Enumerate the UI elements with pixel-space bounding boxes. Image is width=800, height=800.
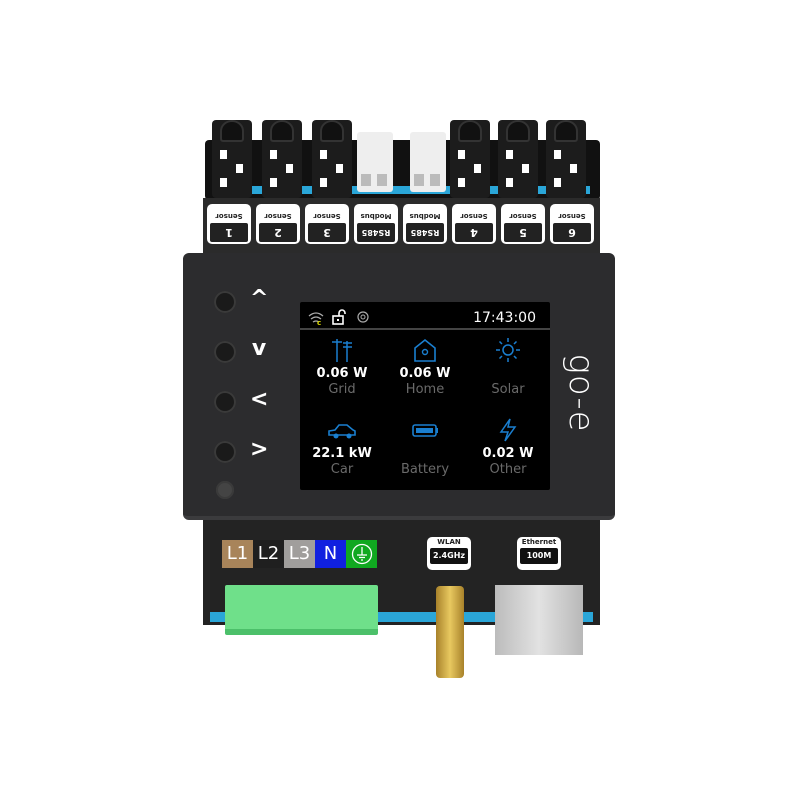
wlan-title: WLAN [437, 538, 461, 546]
sun-icon [496, 338, 520, 362]
port-label: 6 Sensor [550, 204, 594, 244]
port-label: 2 Sensor [256, 204, 300, 244]
port-number: 6 [553, 223, 591, 242]
port-number: 1 [210, 223, 248, 242]
phase-l3: L3 [284, 540, 315, 568]
tile-name: Other [489, 462, 527, 477]
sensor-plug-2[interactable] [262, 120, 302, 198]
divider [300, 328, 550, 330]
phase-l2: L2 [253, 540, 284, 568]
phase-pe [346, 540, 377, 568]
tile-solar[interactable]: Solar [466, 338, 550, 397]
tile-name: Home [405, 382, 445, 397]
left-button[interactable] [214, 391, 236, 413]
tile-value: 0.06 W [316, 366, 368, 381]
tile-value: 0.02 W [482, 446, 534, 461]
port-number: 2 [259, 223, 297, 242]
port-number: RS485 [357, 223, 395, 242]
port-label: 5 Sensor [501, 204, 545, 244]
tile-home[interactable]: 0.06 W Home [383, 338, 467, 397]
lightning-icon [499, 418, 517, 442]
port-type: Sensor [215, 212, 243, 220]
port-label: 1 Sensor [207, 204, 251, 244]
network-icon [357, 311, 369, 323]
chevron-left-icon[interactable]: < [250, 387, 268, 412]
port-label: 4 Sensor [452, 204, 496, 244]
grid-pylon-icon [332, 339, 352, 362]
up-button[interactable] [214, 291, 236, 313]
tile-name: Solar [491, 382, 525, 397]
tile-value [383, 446, 467, 462]
ethernet-badge: Ethernet 100M [517, 537, 561, 570]
clock: 17:43:00 [473, 310, 536, 326]
wlan-badge: WLAN 2.4GHz [427, 537, 471, 570]
port-number: 4 [455, 223, 493, 242]
port-number: RS485 [406, 223, 444, 242]
go-e-logo: go-e [561, 353, 601, 433]
right-button[interactable] [214, 441, 236, 463]
ground-icon [351, 543, 372, 565]
port-number: 3 [308, 223, 346, 242]
port-type: Modbus [409, 212, 441, 220]
ethernet-port[interactable] [495, 585, 583, 655]
antenna-connector[interactable] [436, 586, 464, 678]
home-icon [414, 338, 436, 362]
port-type: Sensor [460, 212, 488, 220]
tile-other[interactable]: 0.02 W Other [466, 418, 550, 477]
wlan-value: 2.4GHz [430, 548, 468, 564]
tile-car[interactable]: 22.1 kW Car [300, 418, 384, 477]
wifi-icon: c [308, 312, 324, 325]
tile-grid[interactable]: 0.06 W Grid [300, 338, 384, 397]
tile-battery[interactable]: Battery [383, 418, 467, 477]
display-screen: c 17:43:00 0.06 W Grid 0.06 W Home Solar… [300, 302, 550, 490]
port-type: Modbus [360, 212, 392, 220]
modbus-plug-2[interactable] [410, 132, 446, 192]
unlock-icon [332, 309, 346, 325]
sensor-plug-4[interactable] [450, 120, 490, 198]
sensor-plug-6[interactable] [546, 120, 586, 198]
svg-text:c: c [317, 319, 321, 325]
power-terminal-block[interactable] [225, 585, 378, 635]
modbus-plug-1[interactable] [357, 132, 393, 192]
status-led [216, 481, 234, 499]
port-type: Sensor [313, 212, 341, 220]
sensor-plug-3[interactable] [312, 120, 352, 198]
ethernet-title: Ethernet [521, 538, 557, 546]
port-type: Sensor [264, 212, 292, 220]
port-label: 3 Sensor [305, 204, 349, 244]
port-label: RS485 Modbus [354, 204, 398, 244]
tile-name: Battery [400, 462, 450, 477]
tile-name: Grid [328, 382, 356, 397]
tile-value: 0.06 W [399, 366, 451, 381]
car-icon [328, 424, 356, 439]
chevron-up-icon[interactable]: ^ [250, 286, 268, 311]
tile-name: Car [330, 462, 354, 477]
down-button[interactable] [214, 341, 236, 363]
phase-l1: L1 [222, 540, 253, 568]
phase-n: N [315, 540, 346, 568]
sensor-plug-5[interactable] [498, 120, 538, 198]
port-label: RS485 Modbus [403, 204, 447, 244]
tile-value: 22.1 kW [312, 446, 372, 461]
chevron-right-icon[interactable]: > [250, 437, 268, 462]
tile-value [466, 366, 550, 382]
port-type: Sensor [509, 212, 537, 220]
battery-icon [412, 424, 438, 437]
port-type: Sensor [558, 212, 586, 220]
port-number: 5 [504, 223, 542, 242]
ethernet-value: 100M [520, 548, 558, 564]
sensor-plug-1[interactable] [212, 120, 252, 198]
chevron-down-icon[interactable]: v [250, 336, 268, 361]
